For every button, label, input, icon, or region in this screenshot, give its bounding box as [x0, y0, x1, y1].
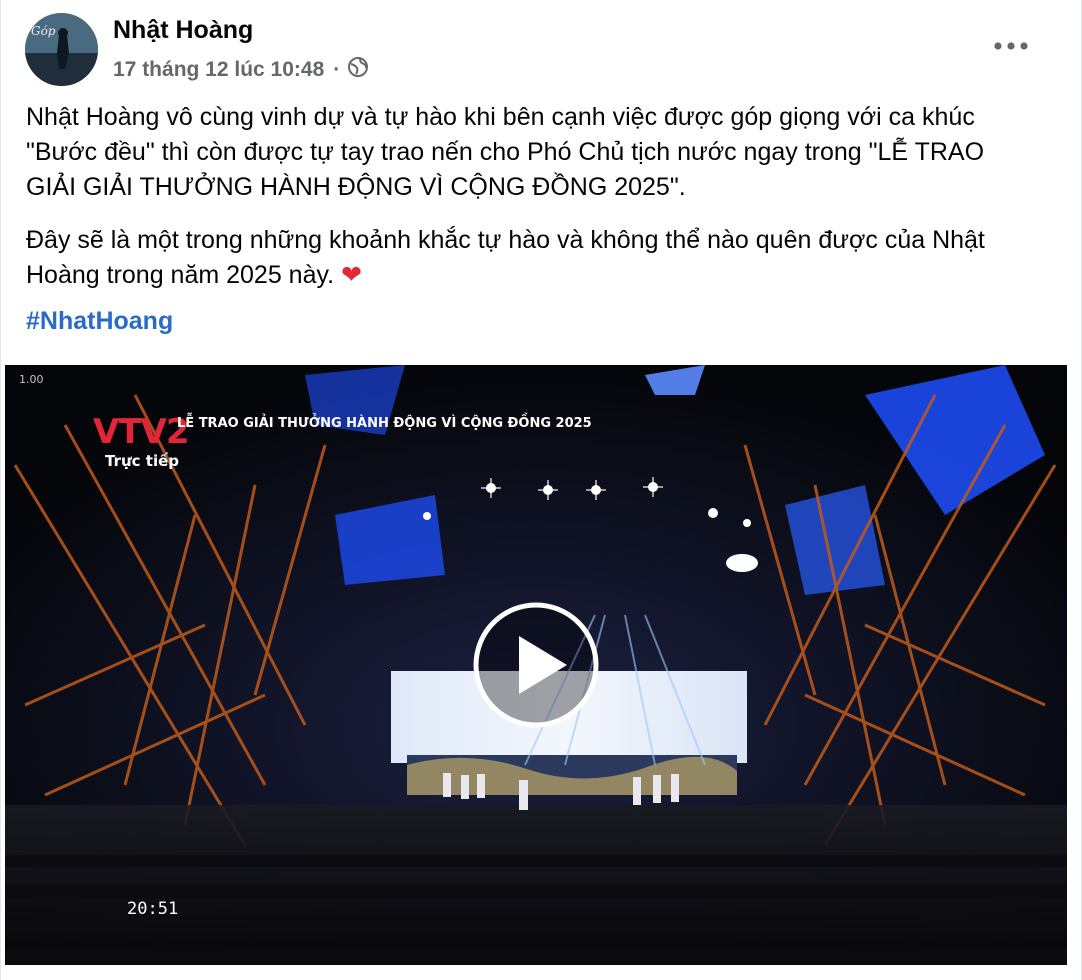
- play-button[interactable]: [471, 600, 601, 730]
- post-paragraph: Đây sẽ là một trong những khoảnh khắc tự…: [26, 223, 1036, 293]
- channel-logo-text: VTV2: [93, 412, 188, 452]
- video-player[interactable]: 1.00 VTV2 LỄ TRAO GIẢI THƯỞNG HÀNH ĐỘNG …: [5, 365, 1067, 965]
- svg-text:Góp: Góp: [31, 24, 56, 38]
- heart-emoji: ❤: [341, 261, 362, 289]
- more-horizontal-icon: [994, 42, 1028, 50]
- hashtag-link[interactable]: #NhatHoang: [26, 307, 173, 336]
- globe-icon[interactable]: [347, 56, 369, 84]
- post-paragraph: Nhật Hoàng vô cùng vinh dự và tự hào khi…: [26, 103, 985, 201]
- author-name[interactable]: Nhật Hoàng: [113, 16, 253, 45]
- broadcast-title: LỄ TRAO GIẢI THƯỞNG HÀNH ĐỘNG VÌ CỘNG ĐỒ…: [177, 413, 592, 431]
- meta-separator: ·: [333, 58, 341, 81]
- author-avatar[interactable]: Góp: [25, 13, 98, 86]
- post-paragraph-text: Đây sẽ là một trong những khoảnh khắc tự…: [26, 226, 985, 289]
- live-label: Trực tiếp: [105, 451, 179, 470]
- reactions-row: [1, 966, 1081, 980]
- feed-post: Góp Nhật Hoàng 17 tháng 12 lúc 10:48 · N…: [0, 0, 1082, 980]
- broadcast-clock: 20:51: [127, 899, 178, 919]
- video-corner-label: 1.00: [19, 373, 44, 386]
- channel-logo: VTV2: [93, 412, 189, 452]
- more-options-button[interactable]: [987, 26, 1035, 66]
- post-meta: 17 tháng 12 lúc 10:48 ·: [113, 56, 369, 84]
- post-timestamp[interactable]: 17 tháng 12 lúc 10:48: [113, 58, 324, 82]
- avatar-image: Góp: [25, 13, 98, 86]
